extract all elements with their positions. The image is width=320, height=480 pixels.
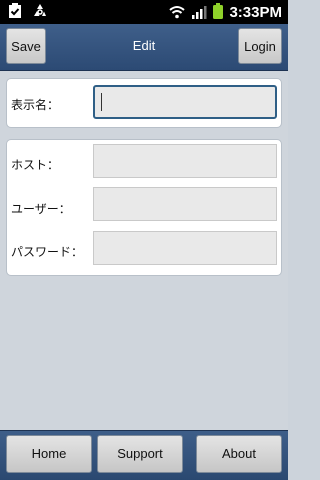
host-field[interactable] [93, 144, 277, 178]
login-button[interactable]: Login [238, 28, 282, 64]
status-left-icons [8, 3, 48, 23]
clipboard-check-icon [8, 3, 22, 23]
connection-card: ホスト： ユーザー： パスワード： [6, 139, 282, 276]
status-bar: 3:33PM [0, 0, 288, 24]
text-caret [101, 93, 102, 111]
password-field[interactable] [93, 231, 277, 265]
display-name-card: 表示名： [6, 78, 282, 128]
status-time: 3:33PM [229, 4, 282, 21]
bottom-nav-bar: Home Support About [0, 430, 288, 480]
header-bar: Edit Save Login [0, 24, 288, 71]
user-label: ユーザー： [11, 202, 71, 216]
save-button[interactable]: Save [6, 28, 46, 64]
user-field[interactable] [93, 187, 277, 221]
wifi-icon [169, 4, 186, 23]
password-label: パスワード： [11, 245, 84, 259]
display-name-field[interactable] [93, 85, 277, 119]
display-name-label: 表示名： [11, 98, 60, 112]
support-button[interactable]: Support [97, 435, 183, 473]
home-button[interactable]: Home [6, 435, 92, 473]
recycle-icon [32, 3, 48, 23]
battery-icon [213, 3, 224, 23]
app-screen: 3:33PM Edit Save Login 表示名： ホスト： ユーザー： パ… [0, 0, 288, 480]
status-right-icons: 3:33PM [169, 3, 282, 23]
signal-icon [191, 4, 207, 23]
host-label: ホスト： [11, 158, 60, 172]
about-button[interactable]: About [196, 435, 282, 473]
